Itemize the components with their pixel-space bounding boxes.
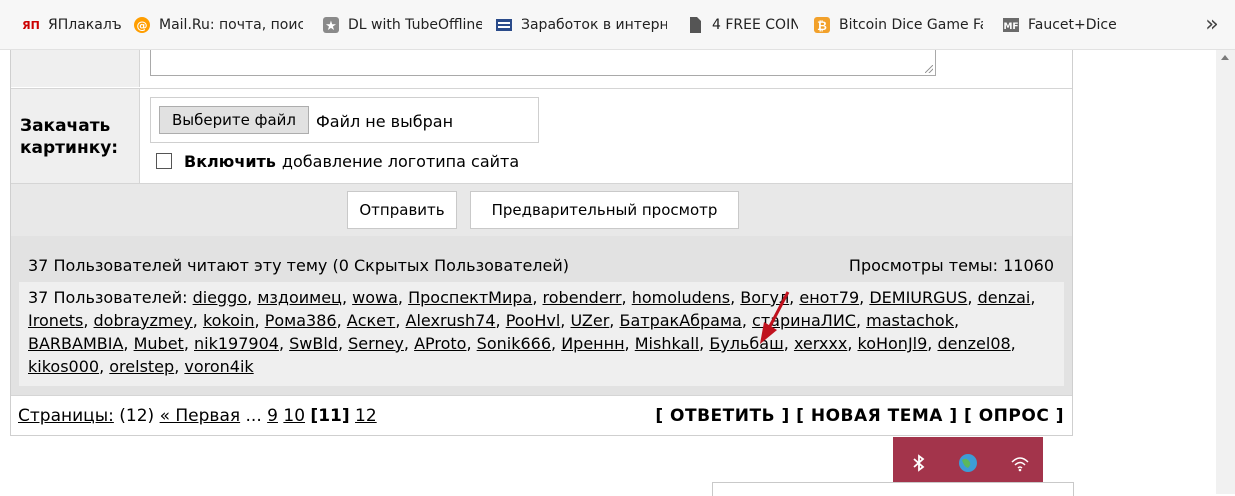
- message-label-cell: [11, 50, 140, 87]
- bookmark-4freecoin[interactable]: 4 FREE COIN: [686, 14, 798, 36]
- reader-user-link[interactable]: енот79: [799, 288, 859, 307]
- message-row: [11, 50, 1072, 87]
- reader-user-link[interactable]: Аскет: [347, 311, 396, 330]
- first-page-link[interactable]: « Первая: [160, 406, 241, 426]
- reader-user-link[interactable]: Alexrush74: [406, 311, 496, 330]
- page-icon: [686, 16, 704, 34]
- bookmark-tubeoffline[interactable]: ★ DL with TubeOffline: [322, 14, 482, 36]
- pages-ellipsis: ...: [245, 406, 262, 426]
- reader-user-link[interactable]: robenderr: [543, 288, 622, 307]
- pagination-row: Страницы: (12) « Первая ... 9 10 [11] 12…: [11, 395, 1072, 435]
- reader-user-link[interactable]: Вогул: [740, 288, 789, 307]
- reader-user-link[interactable]: mastachok: [866, 311, 954, 330]
- bookmark-mailru[interactable]: @ Mail.Ru: почта, поиск: [133, 14, 303, 36]
- file-status: Файл не выбран: [316, 112, 454, 131]
- reader-user-link[interactable]: SwBld: [289, 334, 338, 353]
- bookmark-bitcoin-dice[interactable]: ₿ Bitcoin Dice Game Fa: [813, 14, 983, 36]
- yaplakal-icon: ЯП: [22, 18, 40, 32]
- reader-user-link[interactable]: DEMIURGUS: [869, 288, 967, 307]
- reader-user-link[interactable]: Рома386: [265, 311, 337, 330]
- site-icon: MF: [1002, 16, 1020, 34]
- reader-user-link[interactable]: BARBAMBIA: [28, 334, 123, 353]
- svg-text:@: @: [137, 19, 148, 32]
- reader-user-link[interactable]: dieggo: [193, 288, 248, 307]
- readers-list: 37 Пользователей: dieggo, мздоимец, wowa…: [19, 282, 1064, 386]
- network-globe-icon[interactable]: [956, 451, 980, 475]
- reader-user-link[interactable]: PooHvl: [506, 311, 561, 330]
- svg-text:★: ★: [325, 19, 337, 34]
- reader-user-link[interactable]: Sonik666: [477, 334, 551, 353]
- poll-link[interactable]: [ ОПРОС ]: [964, 406, 1064, 426]
- reader-user-link[interactable]: denzai: [978, 288, 1031, 307]
- reader-user-link[interactable]: dobrayzmey: [94, 311, 193, 330]
- readers-summary: 37 Пользователей читают эту тему (0 Скры…: [28, 256, 569, 275]
- page-link-9[interactable]: 9: [267, 406, 278, 426]
- new-topic-link[interactable]: [ НОВАЯ ТЕМА ]: [796, 406, 957, 426]
- page-link-12[interactable]: 12: [355, 406, 377, 426]
- reader-user-link[interactable]: Иреннн: [561, 334, 624, 353]
- pages-link[interactable]: Страницы:: [18, 406, 114, 426]
- preview-button[interactable]: Предварительный просмотр: [470, 191, 739, 229]
- reader-user-link[interactable]: старинаЛИС: [752, 311, 856, 330]
- reader-user-link[interactable]: nik197904: [194, 334, 279, 353]
- logo-checkbox[interactable]: [156, 153, 172, 169]
- reader-user-link[interactable]: kikos000: [28, 357, 99, 376]
- reader-user-link[interactable]: Mishkall: [635, 334, 699, 353]
- bookmark-zarabotok[interactable]: Заработок в интерне: [495, 14, 667, 36]
- readers-list-label: 37 Пользователей:: [28, 288, 188, 307]
- page-scrollbar[interactable]: [1216, 50, 1235, 494]
- logo-option[interactable]: Включить добавление логотипа сайта: [156, 149, 519, 173]
- reader-user-link[interactable]: denzel08: [937, 334, 1010, 353]
- reader-user-link[interactable]: Ironets: [28, 311, 83, 330]
- logo-checkbox-bold: Включить: [184, 151, 276, 171]
- reader-user-link[interactable]: homoludens: [632, 288, 730, 307]
- topic-views: Просмотры темы: 11060: [848, 256, 1054, 275]
- reader-user-link[interactable]: voron4ik: [184, 357, 253, 376]
- upload-row: Закачать картинку: Выберите файл Файл не…: [11, 88, 1072, 183]
- reader-user-link[interactable]: koHonJl9: [858, 334, 928, 353]
- reader-user-link[interactable]: wowa: [352, 288, 398, 307]
- scroll-up-arrow-icon[interactable]: [1221, 55, 1229, 60]
- upload-label: Закачать картинку:: [11, 89, 140, 183]
- resize-handle-icon[interactable]: [925, 65, 933, 73]
- bookmark-yaplakal[interactable]: ЯП ЯПлакалъ: [22, 14, 122, 36]
- message-textarea[interactable]: [150, 50, 936, 76]
- wifi-icon[interactable]: [1008, 451, 1032, 475]
- forum-reply-block: Закачать картинку: Выберите файл Файл не…: [10, 50, 1073, 436]
- bookmarks-bar: ЯП ЯПлакалъ @ Mail.Ru: почта, поиск ★ DL…: [0, 0, 1235, 50]
- submit-button[interactable]: Отправить: [347, 191, 457, 229]
- site-icon: [495, 16, 513, 34]
- reader-user-link[interactable]: ПроспектМира: [408, 288, 532, 307]
- pages-count: (12): [119, 406, 155, 426]
- reader-user-link[interactable]: xerxxx: [794, 334, 847, 353]
- reader-user-link[interactable]: kokoin: [203, 311, 255, 330]
- svg-text:MF: MF: [1003, 22, 1018, 32]
- reader-user-link[interactable]: AProto: [414, 334, 466, 353]
- reader-user-link[interactable]: UZer: [570, 311, 609, 330]
- reader-user-link[interactable]: orelstep: [109, 357, 174, 376]
- reader-user-link[interactable]: Mubet: [134, 334, 184, 353]
- mailru-icon: @: [133, 16, 151, 34]
- current-page: [11]: [310, 406, 350, 426]
- svg-text:₿: ₿: [817, 19, 827, 33]
- submit-row: Отправить Предварительный просмотр: [11, 183, 1072, 236]
- star-icon: ★: [322, 16, 340, 34]
- bookmark-faucet-dice[interactable]: MF Faucet+Dice: [1002, 14, 1122, 36]
- reply-link[interactable]: [ ОТВЕТИТЬ ]: [655, 406, 789, 426]
- bluetooth-icon[interactable]: [907, 451, 931, 475]
- reader-user-link[interactable]: мздоимец: [257, 288, 342, 307]
- topic-actions: [ ОТВЕТИТЬ ] [ НОВАЯ ТЕМА ] [ ОПРОС ]: [655, 406, 1064, 426]
- file-input[interactable]: Выберите файл Файл не выбран: [150, 97, 539, 143]
- bitcoin-icon: ₿: [813, 16, 831, 34]
- reader-user-link[interactable]: Serney: [348, 334, 404, 353]
- pagination: Страницы: (12) « Первая ... 9 10 [11] 12: [18, 406, 377, 426]
- reader-user-link[interactable]: БатракАбрама: [619, 311, 741, 330]
- reader-user-link[interactable]: Бульбаш: [709, 334, 783, 353]
- logo-checkbox-label: добавление логотипа сайта: [281, 151, 520, 171]
- page-link-10[interactable]: 10: [283, 406, 305, 426]
- bookmarks-overflow-chevron-icon[interactable]: »: [1200, 12, 1224, 37]
- choose-file-button[interactable]: Выберите файл: [159, 106, 309, 134]
- readers-panel: 37 Пользователей читают эту тему (0 Скры…: [11, 236, 1072, 395]
